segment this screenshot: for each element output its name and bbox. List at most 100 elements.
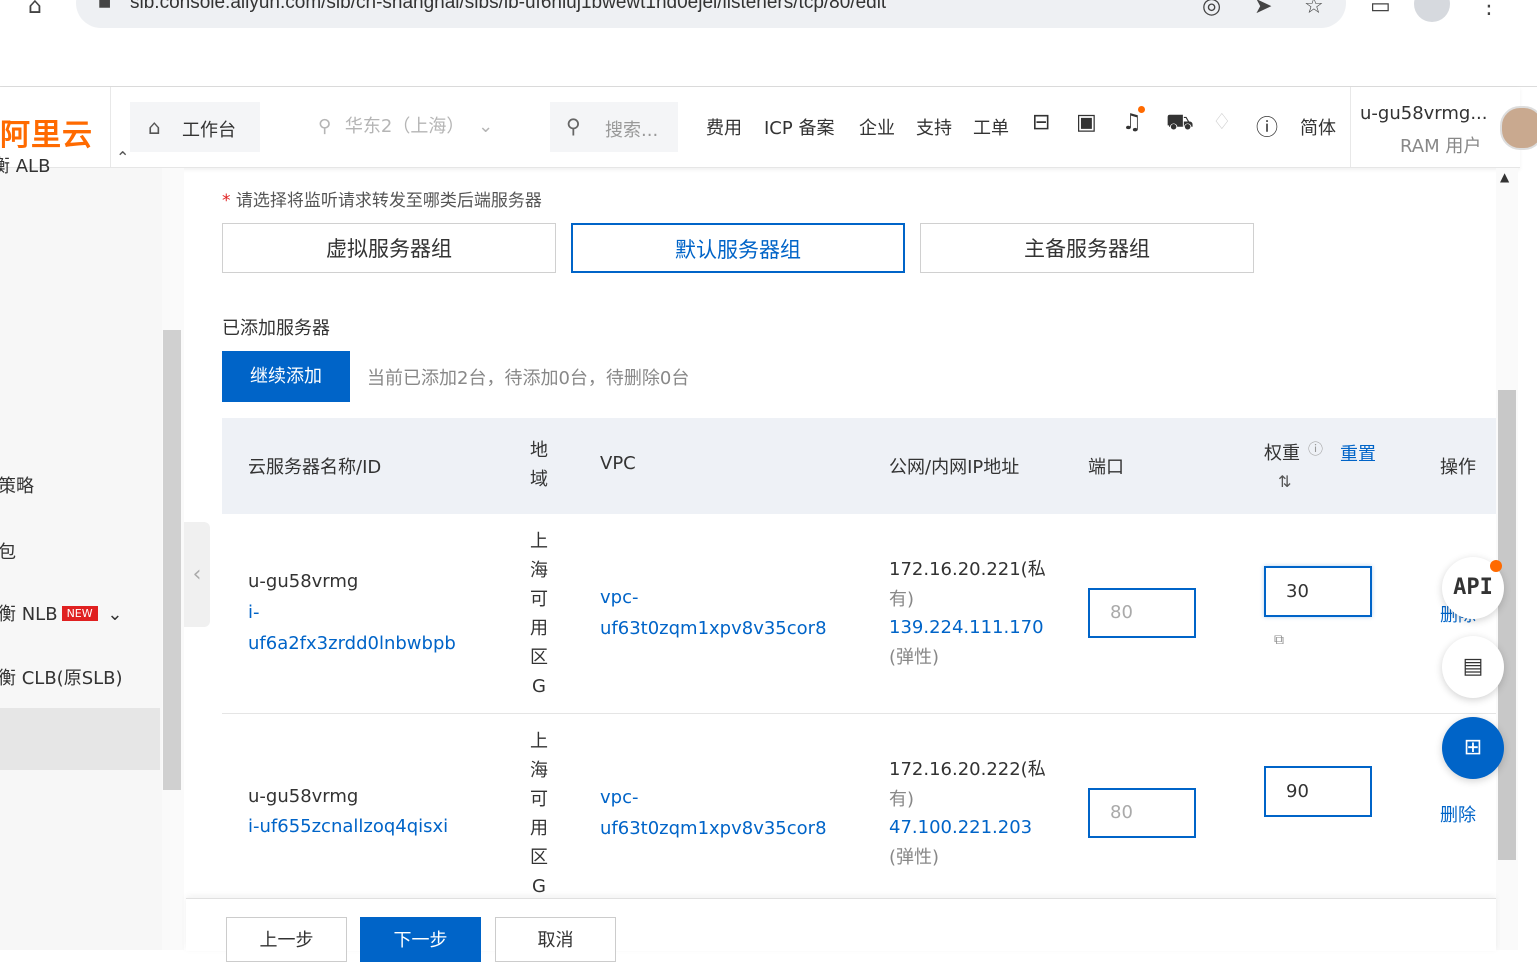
server-type-text: 请选择将监听请求转发至哪类后端服务器 [235, 191, 542, 211]
help-icon[interactable]: ⓘ [1256, 110, 1278, 142]
weight-input[interactable]: 90 [1264, 766, 1372, 817]
cart-icon[interactable]: ⛟ [1166, 110, 1194, 138]
location-pin-icon: ⚲ [318, 116, 332, 137]
terminal-icon[interactable]: ▣ [1076, 110, 1097, 135]
nav-icp[interactable]: ICP 备案 [764, 114, 834, 140]
private-ip: 172.16.20.221(私 [889, 559, 1046, 580]
port-input[interactable]: 80 [1088, 588, 1196, 638]
server-id[interactable]: i-uf655zcnallzoq4qisxi [248, 811, 448, 842]
public-ip-tag: (弹性) [889, 847, 940, 868]
copy-icon[interactable]: ⧉ [1274, 632, 1284, 648]
server-id[interactable]: uf6a2fx3zrdd0lnbwbpb [248, 628, 456, 659]
sidebar [0, 168, 162, 950]
cancel-button[interactable]: 取消 [495, 917, 616, 962]
region-label: 华东2（上海） [344, 116, 465, 137]
scroll-up-icon[interactable]: ▲ [1500, 170, 1509, 184]
search-icon: ⚲ [566, 114, 581, 138]
next-step-button[interactable]: 下一步 [360, 917, 481, 962]
header-divider [1350, 87, 1351, 167]
public-ip: 139.224.111.170 [889, 617, 1044, 638]
page-scroll-thumb[interactable] [1498, 390, 1516, 860]
user-role: RAM 用户 [1400, 136, 1482, 157]
chat-icon: ▤ [1462, 654, 1484, 679]
sidebar-item-alb[interactable]: 衡 ALB [0, 152, 50, 178]
server-name: u-gu58vrmg [248, 571, 359, 592]
server-type-label: * 请选择将监听请求转发至哪类后端服务器 [222, 186, 542, 211]
api-icon: API [1453, 575, 1493, 600]
col-ip: 公网/内网IP地址 [889, 457, 1020, 478]
region-value: 上海可用区G [530, 531, 548, 697]
star-icon[interactable]: ☆ [1304, 0, 1324, 19]
port-input[interactable]: 80 [1088, 788, 1196, 838]
grid-icon: ⊞ [1463, 735, 1483, 760]
vpc-link[interactable]: vpc- [600, 782, 638, 813]
tab-primary-backup-group[interactable]: 主备服务器组 [920, 223, 1254, 273]
eye-off-icon[interactable]: ◎ [1202, 0, 1221, 19]
required-marker: * [222, 191, 231, 211]
sort-icon[interactable]: ⇅ [1278, 472, 1291, 491]
user-name[interactable]: u-gu58vrmg... [1360, 103, 1488, 124]
add-status-text: 当前已添加2台，待添加0台，待删除0台 [367, 368, 690, 389]
vpc-link[interactable]: uf63t0zqm1xpv8v35cor8 [600, 613, 827, 644]
sidebar-item-package[interactable]: 包 [0, 538, 16, 564]
sidebar-icon[interactable]: ▭ [1370, 0, 1391, 19]
col-region: 地域 [530, 440, 548, 490]
added-servers-title: 已添加服务器 [222, 318, 330, 339]
nav-support[interactable]: 支持 [916, 114, 952, 140]
workbench-label: 工作台 [182, 120, 236, 141]
workbench-button[interactable]: ⌂ 工作台 [130, 102, 260, 152]
vpc-link[interactable]: vpc- [600, 582, 638, 613]
search-input[interactable]: ⚲ 搜索... [550, 102, 678, 152]
url-text[interactable]: slb.console.aliyun.com/slb/cn-shanghai/s… [130, 0, 886, 14]
sidebar-item-active[interactable] [0, 708, 160, 770]
search-placeholder: 搜索... [605, 120, 659, 141]
menu-dots-icon[interactable]: ⋮ [1478, 0, 1500, 19]
continue-add-button[interactable]: 继续添加 [222, 351, 350, 402]
nav-enterprise[interactable]: 企业 [859, 114, 895, 140]
send-icon[interactable]: ➤ [1254, 0, 1272, 19]
region-value: 上海可用区G [530, 731, 548, 897]
col-action: 操作 [1440, 457, 1476, 478]
weight-reset-link[interactable]: 重置 [1340, 440, 1376, 466]
sidebar-item-clb[interactable]: 衡 CLB(原SLB) [0, 664, 123, 690]
vpc-link[interactable]: uf63t0zqm1xpv8v35cor8 [600, 813, 827, 844]
apps-button[interactable]: ⊞ [1442, 717, 1504, 779]
prev-step-button[interactable]: 上一步 [226, 917, 347, 962]
header-divider [110, 87, 111, 167]
private-ip-tag: 有) [889, 789, 915, 810]
notification-dot [1490, 560, 1502, 572]
lock-icon[interactable]: ■ [98, 0, 111, 10]
tab-virtual-server-group[interactable]: 虚拟服务器组 [222, 223, 556, 273]
server-id[interactable]: i- [248, 597, 260, 628]
aliyun-logo[interactable]: 阿里云 [0, 110, 93, 154]
chevron-down-icon: ⌄ [107, 604, 123, 625]
sidebar-item-label: 衡 NLB [0, 604, 58, 625]
app-icon[interactable]: ⊟ [1032, 110, 1050, 135]
feedback-button[interactable]: ▤ [1442, 636, 1504, 698]
new-badge: NEW [61, 606, 98, 621]
server-name: u-gu58vrmg [248, 786, 359, 807]
chevron-up-icon[interactable]: ⌃ [116, 148, 129, 167]
delete-link[interactable]: 删除 [1440, 800, 1476, 831]
public-ip-tag: (弹性) [889, 647, 940, 668]
notification-dot [1138, 106, 1145, 113]
sidebar-item-nlb[interactable]: 衡 NLB NEW ⌄ [0, 600, 122, 626]
lightbulb-icon[interactable]: ♢ [1212, 110, 1232, 135]
avatar[interactable] [1500, 106, 1537, 150]
col-vpc: VPC [600, 453, 636, 474]
col-name: 云服务器名称/ID [248, 457, 382, 478]
home-icon[interactable]: ⌂ [28, 0, 42, 19]
chevron-left-icon: ‹ [192, 562, 202, 587]
collapse-sidebar-handle[interactable]: ‹ [184, 522, 210, 627]
tab-default-server-group[interactable]: 默认服务器组 [571, 223, 905, 273]
language-switch[interactable]: 简体 [1300, 114, 1336, 140]
help-circle-icon[interactable]: ⓘ [1308, 438, 1323, 459]
weight-input[interactable]: 30 [1264, 566, 1372, 617]
bell-icon[interactable]: ♫ [1122, 110, 1142, 135]
sidebar-item-policy[interactable]: 策略 [0, 472, 34, 498]
nav-cost[interactable]: 费用 [706, 114, 742, 140]
chevron-down-icon: ⌄ [478, 116, 494, 137]
nav-ticket[interactable]: 工单 [973, 114, 1009, 140]
sidebar-scroll-thumb[interactable] [163, 330, 181, 790]
region-select[interactable]: ⚲ 华东2（上海） ⌄ [318, 112, 493, 138]
